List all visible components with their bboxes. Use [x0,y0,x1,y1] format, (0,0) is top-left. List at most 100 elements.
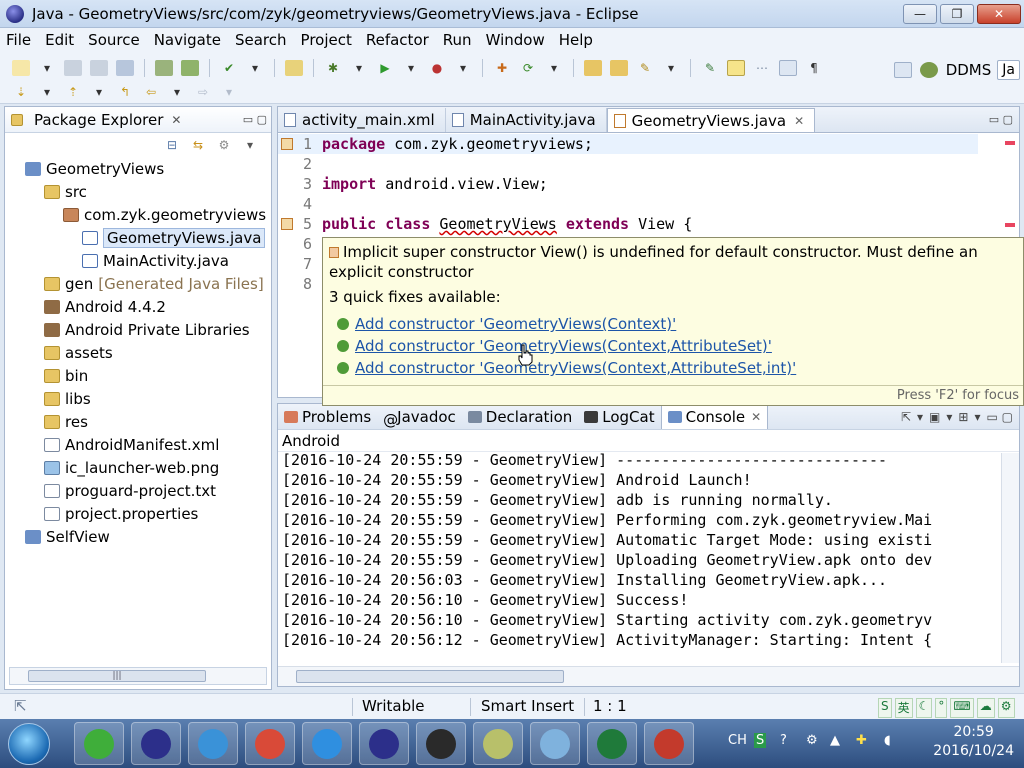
ime-button[interactable]: ☾ [915,698,933,718]
display-console-icon[interactable]: ▣ [929,410,940,424]
back-icon[interactable]: ⇦ [142,84,160,100]
tree-item[interactable]: Android Private Libraries [44,319,250,341]
mark-occurrences-icon[interactable] [727,60,745,76]
insert-mode-status[interactable]: Smart Insert [481,697,574,715]
minimize-button[interactable]: — [903,3,937,24]
taskbar-button[interactable] [473,722,523,765]
menu-edit[interactable]: Edit [45,31,74,49]
tree-item[interactable]: project.properties [44,503,198,525]
dropdown-icon[interactable]: ▾ [220,84,238,100]
pilcrow-icon[interactable]: ¶ [805,60,823,76]
tree-item[interactable]: res [44,411,88,433]
quick-fix-item[interactable]: Add constructor 'GeometryViews(Context,A… [337,337,772,355]
menu-file[interactable]: File [6,31,31,49]
maximize-button[interactable]: ❐ [940,3,974,24]
open-perspective-icon[interactable] [893,62,912,78]
menu-source[interactable]: Source [88,31,140,49]
close-icon[interactable]: ✕ [794,114,804,128]
save-icon[interactable] [64,60,82,76]
ime-button[interactable]: 英 [894,698,913,718]
tree-item[interactable]: src [44,181,87,203]
volume-icon[interactable]: ◖ [884,733,891,748]
dropdown-icon[interactable]: ▾ [662,60,680,76]
chevron-down-icon[interactable]: ▾ [946,410,952,424]
network-tray-icon[interactable]: ✚ [856,733,867,748]
forward-icon[interactable]: ⇨ [194,84,212,100]
tree-item[interactable]: assets [44,342,113,364]
ime-tray-icon[interactable]: S [754,733,767,748]
clock[interactable]: 20:59 2016/10/24 [933,723,1014,761]
gutter-error-marker[interactable] [281,138,293,150]
dropdown-icon[interactable]: ▾ [454,60,472,76]
previous-annotation-icon[interactable]: ⇡ [64,84,82,100]
save-all-icon[interactable] [90,60,108,76]
menu-window[interactable]: Window [486,31,545,49]
ddms-perspective[interactable]: DDMS [946,61,992,79]
close-icon[interactable]: ✕ [171,113,181,127]
search-icon[interactable]: ✎ [636,60,654,76]
new-java-project-icon[interactable]: ✚ [493,60,511,76]
link-with-editor-icon[interactable]: ⇆ [189,137,207,153]
next-annotation-icon[interactable]: ⇣ [12,84,30,100]
quick-fix-link[interactable]: Add constructor 'GeometryViews(Context)' [355,315,676,333]
tree-item[interactable]: GeometryViews.java [82,227,266,249]
taskbar-button[interactable] [74,722,124,765]
dropdown-icon[interactable]: ▾ [168,84,186,100]
chevron-down-icon[interactable]: ▾ [241,137,259,153]
avd-manager-icon[interactable] [181,60,199,76]
tree-item[interactable]: SelfView [25,526,110,548]
open-console-icon[interactable]: ⊞ [958,410,968,424]
taskbar-button[interactable] [302,722,352,765]
dropdown-icon[interactable]: ▾ [350,60,368,76]
taskbar-button[interactable] [131,722,181,765]
taskbar-button[interactable] [245,722,295,765]
tree-item[interactable]: libs [44,388,91,410]
chevron-down-icon[interactable]: ▾ [917,410,923,424]
horizontal-scrollbar[interactable] [278,666,1019,686]
scrollbar-thumb[interactable]: ||| [28,670,206,682]
view-menu-icon[interactable]: ⚙ [215,137,233,153]
chevron-down-icon[interactable]: ▾ [974,410,980,424]
quick-fix-link[interactable]: Add constructor 'GeometryViews(Context,A… [355,359,796,377]
scrollbar-thumb[interactable] [296,670,564,683]
dropdown-icon[interactable]: ▾ [545,60,563,76]
close-icon[interactable]: ✕ [751,410,761,424]
tree-item[interactable]: GeometryViews [25,158,164,180]
ime-button[interactable]: ⌨ [950,698,974,718]
menu-help[interactable]: Help [559,31,593,49]
dropdown-icon[interactable]: ▾ [402,60,420,76]
taskbar-button[interactable] [416,722,466,765]
show-hidden-icons-icon[interactable]: ▲ [830,733,840,748]
print-icon[interactable] [116,60,134,76]
tree-item[interactable]: proguard-project.txt [44,480,216,502]
collapse-all-icon[interactable]: ⊟ [163,137,181,153]
start-button[interactable] [8,723,50,765]
overview-error-marker[interactable] [1005,223,1015,227]
menu-search[interactable]: Search [235,31,287,49]
new-icon[interactable] [12,60,30,76]
ime-button[interactable]: S [878,698,892,718]
check-icon[interactable]: ✔ [220,60,238,76]
ime-button[interactable]: ⚙ [997,698,1015,718]
menu-navigate[interactable]: Navigate [154,31,221,49]
open-task-icon[interactable] [610,60,628,76]
open-type-icon[interactable] [584,60,602,76]
sdk-manager-icon[interactable] [155,60,173,76]
show-whitespace-icon[interactable] [779,60,797,76]
gutter-error-marker[interactable] [281,218,293,230]
tree-item[interactable]: AndroidManifest.xml [44,434,219,456]
help-icon[interactable]: ? [780,733,787,748]
tab-activity-main-xml[interactable]: activity_main.xml [278,108,446,132]
tree-item[interactable]: gen [Generated Java Files] [44,273,264,295]
tab-geometryviews-java[interactable]: GeometryViews.java ✕ [606,108,816,132]
quick-fix-item[interactable]: Add constructor 'GeometryViews(Context,A… [337,359,796,377]
block-selection-icon[interactable]: ⋯ [753,60,771,76]
taskbar-button[interactable] [530,722,580,765]
debug-icon[interactable]: ✱ [324,60,342,76]
taskbar-button[interactable] [188,722,238,765]
tab-javadoc[interactable]: @ Javadoc [377,405,462,429]
tree-item[interactable]: Android 4.4.2 [44,296,166,318]
dropdown-icon[interactable]: ▾ [246,60,264,76]
dropdown-icon[interactable]: ▾ [38,60,56,76]
tab-declaration[interactable]: Declaration [462,405,578,429]
